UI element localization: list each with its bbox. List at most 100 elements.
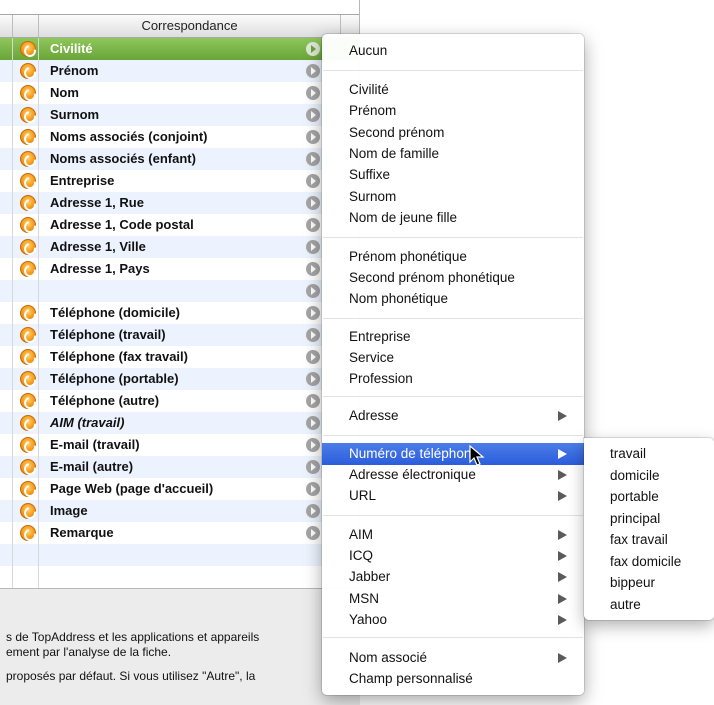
table-row[interactable]: Téléphone (travail) <box>0 324 359 346</box>
submenu-arrow-icon <box>558 411 567 421</box>
sync-status-icon <box>20 63 36 79</box>
table-row[interactable]: Remarque <box>0 522 359 544</box>
submenu-item-principal[interactable]: principal <box>584 508 714 530</box>
submenu-item-autre[interactable]: autre <box>584 594 714 616</box>
table-row[interactable]: Adresse 1, Ville <box>0 236 359 258</box>
table-row[interactable]: Civilité <box>0 38 359 60</box>
table-row[interactable]: Téléphone (autre) <box>0 390 359 412</box>
menu-item-nom-phonetique[interactable]: Nom phonétique <box>322 288 584 310</box>
header-column-status[interactable] <box>12 15 38 37</box>
menu-item-jabber[interactable]: Jabber <box>322 566 584 588</box>
menu-item-adresse-electronique[interactable]: Adresse électronique <box>322 464 584 486</box>
table-row[interactable]: Noms associés (conjoint) <box>0 126 359 148</box>
field-label: Adresse 1, Code postal <box>50 217 194 232</box>
field-menu-disclosure-icon[interactable] <box>306 152 320 166</box>
menu-item-aucun[interactable]: Aucun <box>322 40 584 62</box>
menu-item-label: Adresse électronique <box>349 467 476 482</box>
field-menu-disclosure-icon[interactable] <box>306 306 320 320</box>
field-menu-disclosure-icon[interactable] <box>306 86 320 100</box>
field-menu-disclosure-icon[interactable] <box>306 196 320 210</box>
menu-item-yahoo[interactable]: Yahoo <box>322 609 584 631</box>
menu-item-nom-associe[interactable]: Nom associé <box>322 647 584 669</box>
table-row[interactable]: Téléphone (portable) <box>0 368 359 390</box>
menu-item-second-prenom[interactable]: Second prénom <box>322 122 584 144</box>
submenu-item-fax-domicile[interactable]: fax domicile <box>584 551 714 573</box>
field-menu-disclosure-icon[interactable] <box>306 460 320 474</box>
submenu-item-portable[interactable]: portable <box>584 486 714 508</box>
submenu-item-bippeur[interactable]: bippeur <box>584 572 714 594</box>
table-row[interactable]: Adresse 1, Pays <box>0 258 359 280</box>
menu-item-label: Adresse <box>349 408 399 423</box>
menu-item-nom-jeune-fille[interactable]: Nom de jeune fille <box>322 207 584 229</box>
field-menu-disclosure-icon[interactable] <box>306 504 320 518</box>
column-divider <box>12 38 13 588</box>
field-menu-disclosure-icon[interactable] <box>306 130 320 144</box>
submenu-arrow-icon <box>558 449 567 459</box>
menu-item-msn[interactable]: MSN <box>322 588 584 610</box>
table-row[interactable]: E-mail (autre) <box>0 456 359 478</box>
field-menu-disclosure-icon[interactable] <box>306 482 320 496</box>
table-row[interactable]: Prénom <box>0 60 359 82</box>
menu-item-label: MSN <box>349 591 379 606</box>
menu-item-surnom[interactable]: Surnom <box>322 186 584 208</box>
menu-item-numero-telephone[interactable]: Numéro de téléphone <box>322 443 584 465</box>
field-label: Noms associés (enfant) <box>50 151 196 166</box>
field-menu-disclosure-icon[interactable] <box>306 350 320 364</box>
table-row[interactable]: Nom <box>0 82 359 104</box>
field-menu-disclosure-icon[interactable] <box>306 174 320 188</box>
field-menu-disclosure-icon[interactable] <box>306 42 320 56</box>
table-row[interactable]: AIM (travail) <box>0 412 359 434</box>
field-menu-disclosure-icon[interactable] <box>306 526 320 540</box>
menu-item-label: Numéro de téléphone <box>349 446 479 461</box>
menu-item-prenom[interactable]: Prénom <box>322 100 584 122</box>
field-label: Image <box>50 503 88 518</box>
menu-item-url[interactable]: URL <box>322 485 584 507</box>
menu-item-champ-personnalise[interactable]: Champ personnalisé <box>322 668 584 690</box>
menu-item-adresse[interactable]: Adresse <box>322 405 584 427</box>
field-menu-disclosure-icon[interactable] <box>306 372 320 386</box>
field-menu-disclosure-icon[interactable] <box>306 262 320 276</box>
field-label: Téléphone (autre) <box>50 393 160 408</box>
menu-item-prenom-phonetique[interactable]: Prénom phonétique <box>322 246 584 268</box>
menu-item-aim[interactable]: AIM <box>322 524 584 546</box>
menu-item-suffixe[interactable]: Suffixe <box>322 164 584 186</box>
field-menu-disclosure-icon[interactable] <box>306 394 320 408</box>
table-row[interactable]: Adresse 1, Rue <box>0 192 359 214</box>
menu-item-civilite[interactable]: Civilité <box>322 79 584 101</box>
field-label: Noms associés (conjoint) <box>50 129 208 144</box>
table-row[interactable]: Téléphone (domicile) <box>0 302 359 324</box>
field-label: AIM (travail) <box>50 415 125 430</box>
menu-item-label: ICQ <box>349 548 374 563</box>
table-row-empty[interactable] <box>0 280 359 302</box>
menu-item-service[interactable]: Service <box>322 347 584 369</box>
field-menu-disclosure-icon[interactable] <box>306 218 320 232</box>
menu-separator <box>323 318 583 319</box>
table-row[interactable]: Adresse 1, Code postal <box>0 214 359 236</box>
table-row[interactable]: Entreprise <box>0 170 359 192</box>
field-menu-disclosure-icon[interactable] <box>306 416 320 430</box>
submenu-arrow-icon <box>558 551 567 561</box>
menu-item-icq[interactable]: ICQ <box>322 545 584 567</box>
table-row[interactable]: Surnom <box>0 104 359 126</box>
table-row[interactable]: Page Web (page d'accueil) <box>0 478 359 500</box>
table-row[interactable]: E-mail (travail) <box>0 434 359 456</box>
header-column-correspondance[interactable]: Correspondance <box>38 15 340 37</box>
info-text-line: s de TopAddress et les applications et a… <box>6 630 260 644</box>
field-menu-disclosure-icon[interactable] <box>306 328 320 342</box>
menu-item-entreprise[interactable]: Entreprise <box>322 326 584 348</box>
field-menu-disclosure-icon[interactable] <box>306 438 320 452</box>
submenu-item-travail[interactable]: travail <box>584 443 714 465</box>
table-row[interactable]: Image <box>0 500 359 522</box>
submenu-item-fax-travail[interactable]: fax travail <box>584 529 714 551</box>
menu-item-second-prenom-phonetique[interactable]: Second prénom phonétique <box>322 267 584 289</box>
menu-item-profession[interactable]: Profession <box>322 368 584 390</box>
field-menu-disclosure-icon[interactable] <box>306 240 320 254</box>
field-menu-disclosure-icon[interactable] <box>306 108 320 122</box>
field-menu-disclosure-icon[interactable] <box>306 64 320 78</box>
menu-item-nom-de-famille[interactable]: Nom de famille <box>322 143 584 165</box>
field-label: Prénom <box>50 63 99 78</box>
submenu-item-domicile[interactable]: domicile <box>584 465 714 487</box>
table-row[interactable]: Noms associés (enfant) <box>0 148 359 170</box>
table-row[interactable]: Téléphone (fax travail) <box>0 346 359 368</box>
field-menu-disclosure-icon[interactable] <box>306 284 320 298</box>
